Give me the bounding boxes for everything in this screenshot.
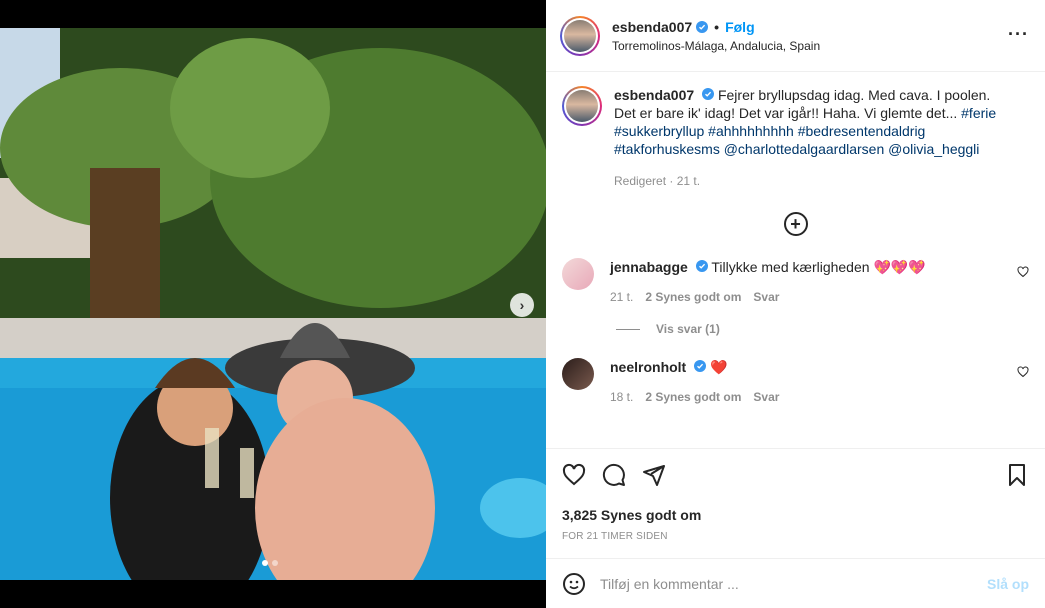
more-options-icon[interactable]: ··· <box>1008 24 1029 45</box>
reply-button[interactable]: Svar <box>753 390 779 404</box>
caption-mentions[interactable]: @charlottedalgaardlarsen @olivia_heggli <box>724 141 980 157</box>
view-replies-label: Vis svar (1) <box>656 322 720 336</box>
location-link[interactable]: Torremolinos-Málaga, Andalucia, Spain <box>612 39 820 53</box>
avatar[interactable] <box>560 15 600 56</box>
next-photo-button[interactable]: › <box>510 293 534 317</box>
comment-username[interactable]: jennabagge <box>610 259 688 275</box>
comment-input[interactable] <box>600 575 987 592</box>
load-more-comments-icon[interactable]: + <box>783 212 808 236</box>
comment-icon[interactable] <box>602 463 626 487</box>
carousel-dot-active <box>262 560 268 566</box>
add-comment-bar: Slå op <box>546 558 1045 608</box>
comment-likes[interactable]: 2 Synes godt om <box>645 390 741 404</box>
carousel-dot <box>272 560 278 566</box>
caption: esbenda007 Fejrer bryllupsdag idag. Med … <box>562 86 1029 190</box>
comment-text: Tillykke med kærligheden <box>711 259 870 275</box>
caption-meta: Redigeret · 21 t. <box>614 174 701 188</box>
reply-button[interactable]: Svar <box>753 290 779 304</box>
verified-badge-icon <box>694 360 707 372</box>
username-link[interactable]: esbenda007 <box>612 19 692 35</box>
like-comment-icon[interactable] <box>1017 366 1029 378</box>
follow-button[interactable]: Følg <box>725 19 755 35</box>
comment-avatar[interactable] <box>562 358 594 390</box>
view-replies-button[interactable]: Vis svar (1) <box>616 322 1029 336</box>
like-comment-icon[interactable] <box>1017 266 1029 278</box>
post-header: esbenda007 • Følg Torremolinos-Málaga, A… <box>546 0 1045 72</box>
verified-badge-icon <box>702 88 715 100</box>
post-timestamp: FOR 21 TIMER SIDEN <box>562 531 668 542</box>
verified-badge-icon <box>696 20 709 33</box>
comment-item: jennabagge Tillykke med kærligheden 💖💖💖 … <box>562 258 1029 304</box>
comment-emoji: 💖💖💖 <box>873 259 926 275</box>
photo-pane: › <box>0 0 546 608</box>
comment-emoji: ❤️ <box>710 359 728 375</box>
action-bar: 3,825 Synes godt om FOR 21 TIMER SIDEN <box>546 448 1045 558</box>
comment-time: 18 t. <box>610 390 634 404</box>
comment-time: 21 t. <box>610 290 634 304</box>
verified-badge-icon <box>695 260 708 272</box>
carousel-dots <box>262 560 278 566</box>
comment-likes[interactable]: 2 Synes godt om <box>645 290 741 304</box>
caption-avatar[interactable] <box>562 86 602 126</box>
separator: • <box>714 18 720 35</box>
post-modal: › esbenda007 • Følg Torremolinos-Málaga,… <box>0 0 1045 608</box>
post-photo[interactable] <box>0 28 546 580</box>
post-comment-button[interactable]: Slå op <box>987 576 1029 592</box>
like-icon[interactable] <box>562 463 586 487</box>
comment-item: neelronholt ❤️ 18 t. 2 Synes godt om Sva… <box>562 358 1029 404</box>
save-bookmark-icon[interactable] <box>1005 463 1029 487</box>
comment-username[interactable]: neelronholt <box>610 359 686 375</box>
comments-area[interactable]: esbenda007 Fejrer bryllupsdag idag. Med … <box>546 72 1045 448</box>
photo-image <box>0 28 546 580</box>
likes-count[interactable]: 3,825 Synes godt om <box>562 507 1029 523</box>
comment-avatar[interactable] <box>562 258 594 290</box>
emoji-picker-icon[interactable] <box>562 572 586 596</box>
share-icon[interactable] <box>642 463 666 487</box>
caption-username[interactable]: esbenda007 <box>614 87 694 103</box>
post-sidebar: esbenda007 • Følg Torremolinos-Málaga, A… <box>546 0 1045 608</box>
